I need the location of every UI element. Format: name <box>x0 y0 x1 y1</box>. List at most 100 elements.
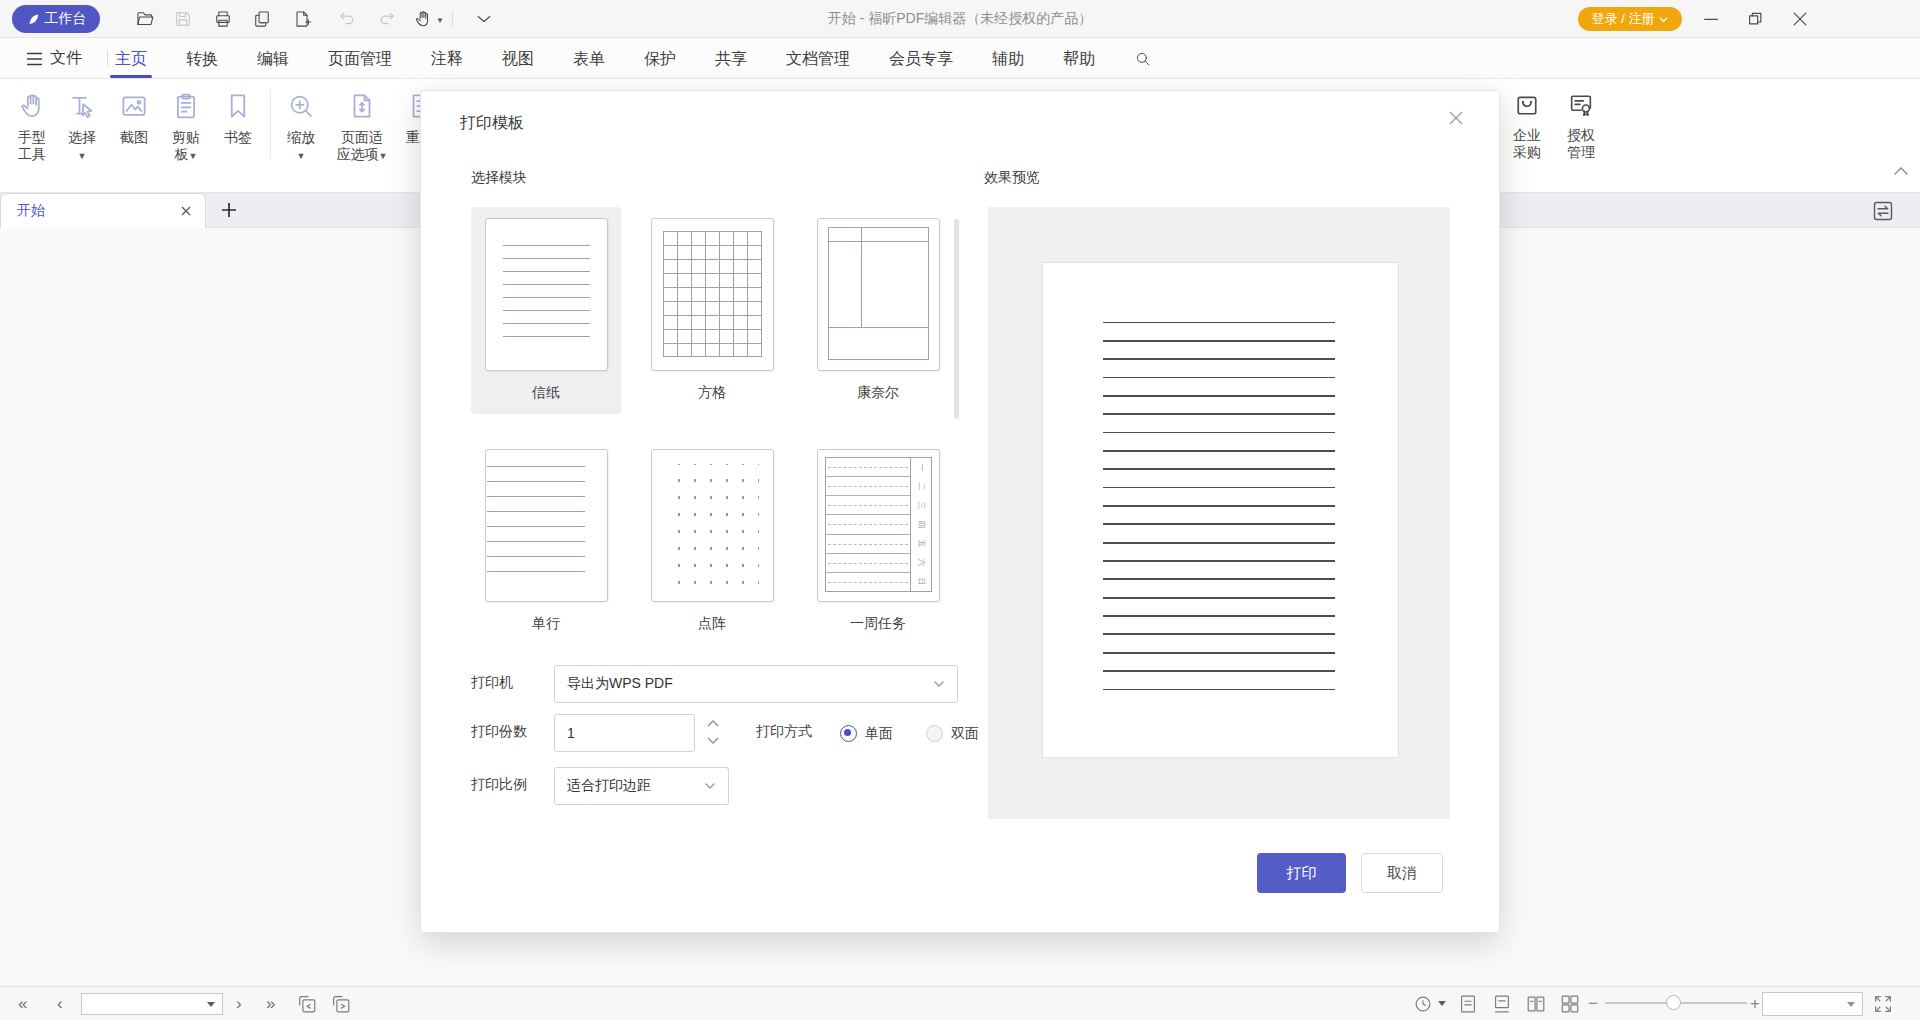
hamburger-icon <box>26 52 43 66</box>
continuous-view-icon[interactable] <box>1491 993 1513 1015</box>
menu-tab-edit[interactable]: 编辑 <box>257 38 289 79</box>
last-page-button[interactable]: » <box>266 987 275 1020</box>
tab-start-label: 开始 <box>17 202 45 220</box>
tool-zoom[interactable]: 缩放▼ <box>273 91 329 163</box>
template-card-grid[interactable]: 方格 <box>637 207 787 414</box>
copies-input[interactable] <box>554 714 695 752</box>
first-page-button[interactable]: « <box>18 987 27 1020</box>
switch-view-icon[interactable] <box>1871 199 1895 223</box>
bookmark-icon <box>223 91 253 121</box>
dialog-close-icon[interactable] <box>1445 107 1467 129</box>
hand-tool-caret[interactable]: ▼ <box>436 16 444 25</box>
preview-lines <box>1103 305 1335 692</box>
menu-file[interactable]: 文件 <box>26 38 82 79</box>
copies-stepper[interactable] <box>704 717 722 751</box>
fullscreen-icon[interactable] <box>1872 993 1894 1015</box>
toolbar-divider <box>270 90 271 158</box>
snapshot-icon <box>119 91 149 121</box>
radio-double-sided[interactable] <box>926 725 943 742</box>
radio-double-sided-label[interactable]: 双面 <box>951 725 979 743</box>
page-fit-icon <box>347 91 377 121</box>
previous-page-button[interactable]: ‹ <box>57 987 63 1020</box>
menu-tab-page-management[interactable]: 页面管理 <box>328 38 392 79</box>
next-page-button[interactable]: › <box>236 987 242 1020</box>
new-tab-button[interactable] <box>218 199 240 221</box>
chevron-down-icon <box>933 680 945 688</box>
template-card-cornell[interactable]: 康奈尔 <box>803 207 953 414</box>
undo-icon[interactable] <box>337 9 357 29</box>
cancel-button[interactable]: 取消 <box>1361 853 1443 893</box>
four-page-view-icon[interactable] <box>1559 993 1581 1015</box>
zoom-in-button[interactable]: + <box>1750 987 1760 1020</box>
tool-clipboard[interactable]: 剪贴板▼ <box>158 91 214 163</box>
tool-snapshot[interactable]: 截图 <box>106 91 162 146</box>
auto-scroll-icon[interactable] <box>1412 993 1434 1015</box>
menu-tab-form[interactable]: 表单 <box>573 38 605 79</box>
zoom-slider-knob[interactable] <box>1666 995 1681 1010</box>
tab-close-icon[interactable] <box>179 204 193 218</box>
template-scrollbar[interactable] <box>954 219 959 419</box>
shopping-bag-icon <box>1513 91 1541 119</box>
two-page-view-icon[interactable] <box>1525 993 1547 1015</box>
zoom-out-button[interactable]: − <box>1588 987 1598 1020</box>
chevron-down-icon <box>704 782 716 790</box>
tool-page-fit[interactable]: 页面适应选项▼ <box>330 91 394 163</box>
close-button[interactable] <box>1791 11 1809 27</box>
minimize-button[interactable] <box>1702 11 1720 27</box>
quill-icon <box>26 12 41 27</box>
menu-tab-protect[interactable]: 保护 <box>644 38 676 79</box>
menu-tab-comment[interactable]: 注释 <box>431 38 463 79</box>
zoom-level-combobox[interactable] <box>1762 992 1863 1016</box>
maximize-button[interactable] <box>1746 11 1764 27</box>
tool-hand[interactable]: 手型工具 <box>4 91 60 163</box>
template-name: 点阵 <box>637 615 787 633</box>
template-thumb-single-line <box>485 449 608 602</box>
tool-snapshot-label: 截图 <box>120 129 148 145</box>
menu-tab-home[interactable]: 主页 <box>115 38 147 79</box>
tool-select[interactable]: 选择▼ <box>54 91 110 163</box>
radio-single-sided[interactable] <box>840 725 857 742</box>
auto-scroll-caret[interactable] <box>1438 1001 1446 1006</box>
tool-enterprise-purchase[interactable]: 企业采购 <box>1498 91 1556 161</box>
template-thumb-cornell <box>817 218 940 371</box>
menu-tab-convert[interactable]: 转换 <box>186 38 218 79</box>
template-card-dots[interactable]: 点阵 <box>637 438 787 645</box>
new-file-icon[interactable] <box>292 9 312 29</box>
print-button[interactable]: 打印 <box>1257 853 1346 893</box>
stepper-down-icon[interactable] <box>706 735 720 745</box>
printer-select[interactable]: 导出为WPS PDF <box>554 665 958 703</box>
print-icon[interactable] <box>213 9 233 29</box>
tool-license-management[interactable]: 授权管理 <box>1552 91 1610 161</box>
hand-tool-icon[interactable] <box>413 9 433 29</box>
login-register-button[interactable]: 登录 / 注册 <box>1578 7 1682 31</box>
next-view-icon[interactable] <box>330 993 352 1015</box>
collapse-ribbon-icon[interactable] <box>1893 165 1909 177</box>
previous-view-icon[interactable] <box>296 993 318 1015</box>
template-card-single-line[interactable]: 单行 <box>471 438 621 645</box>
radio-single-sided-label[interactable]: 单面 <box>865 725 893 743</box>
tab-start[interactable]: 开始 <box>0 193 206 228</box>
scale-select[interactable]: 适合打印边距 <box>554 767 729 805</box>
clipboard-icon <box>171 91 201 121</box>
menu-tab-view[interactable]: 视图 <box>502 38 534 79</box>
template-card-weekly-tasks[interactable]: 一 二 三 四 五 六 日 一周任务 <box>803 438 953 645</box>
menu-tab-membership[interactable]: 会员专享 <box>889 38 953 79</box>
stepper-up-icon[interactable] <box>706 719 720 729</box>
template-name: 一周任务 <box>803 615 953 633</box>
copy-page-icon[interactable] <box>252 9 272 29</box>
menu-tab-help[interactable]: 帮助 <box>1063 38 1095 79</box>
menu-tab-doc-management[interactable]: 文档管理 <box>786 38 850 79</box>
toolbar-visibility-icon[interactable] <box>474 9 494 29</box>
save-icon[interactable] <box>173 9 193 29</box>
search-icon[interactable] <box>1134 50 1152 68</box>
workspace-button[interactable]: 工作台 <box>12 5 100 33</box>
page-number-combobox[interactable] <box>81 993 223 1015</box>
menu-tab-share[interactable]: 共享 <box>715 38 747 79</box>
single-page-view-icon[interactable] <box>1457 993 1479 1015</box>
tool-bookmark[interactable]: 书签 <box>210 91 266 146</box>
menu-tab-accessibility[interactable]: 辅助 <box>992 38 1024 79</box>
template-card-letter[interactable]: 信纸 <box>471 207 621 414</box>
open-file-icon[interactable] <box>135 9 155 29</box>
redo-icon[interactable] <box>377 9 397 29</box>
preview-label: 效果预览 <box>984 169 1040 187</box>
